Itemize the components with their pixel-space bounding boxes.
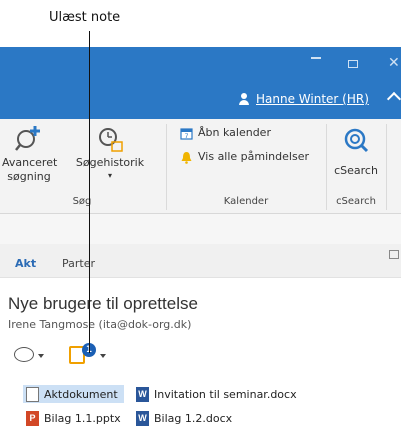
- blank-document-icon: [26, 386, 39, 402]
- unread-note-callout-label: Ulæst note: [49, 10, 121, 25]
- calendar-icon: 7: [180, 127, 193, 140]
- attachment-item[interactable]: P Bilag 1.1.pptx: [23, 409, 121, 427]
- group-label-csearch: cSearch: [336, 196, 376, 207]
- tab-parter[interactable]: Parter: [62, 257, 95, 270]
- attachment-item[interactable]: Aktdokument: [23, 385, 124, 403]
- maximize-button[interactable]: [348, 60, 358, 68]
- open-calendar-label: Åbn kalender: [198, 126, 271, 139]
- search-history-dropdown-icon[interactable]: ▾: [58, 170, 162, 182]
- advanced-search-label-line1: Avanceret: [2, 156, 58, 169]
- attachment-item[interactable]: W Bilag 1.2.docx: [133, 409, 232, 427]
- bell-icon: [181, 151, 192, 164]
- search-plus-icon: [15, 126, 40, 151]
- csearch-icon: [344, 128, 369, 153]
- comment-bubble-icon[interactable]: [14, 347, 34, 362]
- open-calendar-button[interactable]: 7 Åbn kalender: [180, 126, 271, 140]
- message-sender: Irene Tangmose (ita@dok-org.dk): [8, 318, 192, 331]
- chevron-down-icon[interactable]: [38, 354, 44, 358]
- attachment-label: Aktdokument: [44, 387, 118, 401]
- history-clock-icon: [99, 128, 123, 152]
- powerpoint-icon: P: [26, 410, 39, 426]
- reading-pane-icon[interactable]: [389, 250, 399, 259]
- message-subject: Nye brugere til oprettelse: [8, 294, 198, 313]
- close-button[interactable]: ✕: [388, 55, 400, 71]
- advanced-search-label-line2: søgning: [7, 170, 51, 183]
- search-history-label: Søgehistorik: [75, 156, 145, 169]
- callout-pointer-line: [89, 31, 90, 353]
- user-icon: [238, 93, 250, 105]
- word-document-icon: W: [136, 410, 149, 426]
- attachment-label: Invitation til seminar.docx: [154, 387, 297, 401]
- search-history-button[interactable]: Søgehistorik ▾: [58, 124, 162, 182]
- advanced-search-button[interactable]: Avanceret søgning: [2, 124, 58, 184]
- chevron-down-icon[interactable]: [100, 354, 106, 358]
- user-account[interactable]: Hanne Winter (HR): [238, 92, 369, 106]
- attachment-item[interactable]: W Invitation til seminar.docx: [133, 385, 297, 403]
- tab-bar: [0, 244, 401, 278]
- word-document-icon: W: [136, 386, 149, 402]
- group-label-calendar: Kalender: [223, 196, 269, 207]
- title-bar: [0, 47, 401, 119]
- attachment-label: Bilag 1.2.docx: [154, 411, 233, 425]
- minimize-button[interactable]: [311, 57, 321, 59]
- user-name-link[interactable]: Hanne Winter (HR): [256, 92, 369, 106]
- group-label-search: Søg: [72, 196, 92, 207]
- csearch-label: cSearch: [334, 164, 378, 177]
- show-all-reminders-label: Vis alle påmindelser: [198, 150, 309, 163]
- tab-akt[interactable]: Akt: [15, 257, 36, 270]
- svg-text:7: 7: [185, 133, 189, 140]
- attachment-label: Bilag 1.1.pptx: [44, 411, 121, 425]
- csearch-button[interactable]: cSearch: [329, 126, 383, 178]
- show-all-reminders-button[interactable]: Vis alle påmindelser: [180, 150, 309, 164]
- ribbon-divider: [326, 124, 327, 210]
- ribbon-divider: [386, 124, 387, 210]
- ribbon-footer-band: [0, 214, 401, 244]
